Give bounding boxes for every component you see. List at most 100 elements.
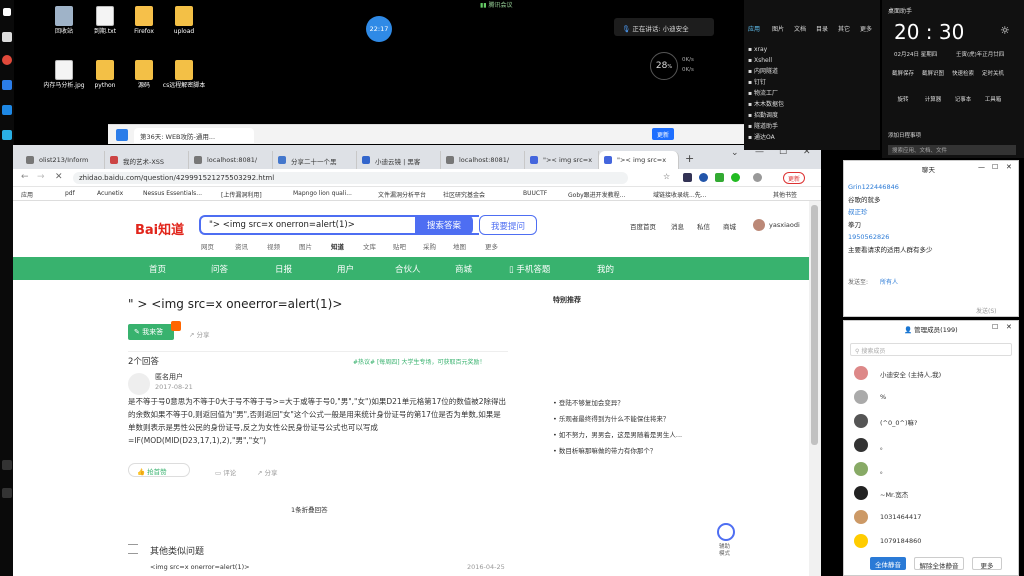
nav-item[interactable]: 合伙人 bbox=[395, 263, 421, 275]
launcher-tab[interactable]: 目录 bbox=[816, 24, 828, 33]
desktop-icon-recycle-bin[interactable]: 回收站 bbox=[42, 6, 86, 35]
close-button[interactable]: ✕ bbox=[1006, 163, 1012, 171]
ask-button[interactable]: 我要提问 bbox=[479, 215, 537, 235]
launcher-app[interactable]: ▪ xray bbox=[748, 44, 784, 55]
app-icon[interactable] bbox=[2, 80, 12, 90]
desktop-icon-source[interactable]: 源码 bbox=[122, 60, 166, 89]
desktop-icon-cs[interactable]: cs远程解密脚本 bbox=[162, 60, 206, 89]
member-row[interactable]: 1031464417 bbox=[854, 509, 1014, 527]
desktop-icon-upload[interactable]: upload bbox=[162, 6, 206, 35]
extension-icon[interactable] bbox=[699, 173, 708, 182]
baidu-logo[interactable]: Bai知道 bbox=[135, 219, 184, 238]
launcher-app[interactable]: ▪ 隧道助手 bbox=[748, 121, 784, 132]
recommend-item[interactable]: • 如不努力，男男会，这是男随着是男生人... bbox=[553, 429, 682, 439]
recommend-item[interactable]: • 乐观者最终得到为什么不能保住将来？ bbox=[553, 413, 669, 423]
clock-badge[interactable]: 22:17 bbox=[366, 16, 392, 42]
subnav-item[interactable]: 文库 bbox=[363, 241, 376, 251]
subnav-item[interactable]: 贴吧 bbox=[393, 241, 406, 251]
tool-item[interactable]: 截屏保存 bbox=[888, 68, 918, 80]
top-link[interactable]: 私信 bbox=[697, 221, 710, 231]
scrollbar-thumb[interactable] bbox=[811, 205, 818, 445]
tool-item[interactable]: 旋转 bbox=[888, 94, 918, 106]
avatar[interactable] bbox=[753, 173, 762, 182]
tab-2[interactable]: 我的艺术-XSS bbox=[105, 151, 189, 169]
answer-button[interactable]: ✎ 我来答 bbox=[128, 324, 174, 340]
tool-item[interactable]: 快速检索 bbox=[948, 68, 978, 80]
top-link[interactable]: 消息 bbox=[671, 221, 684, 231]
tool-item[interactable]: 定时关机 bbox=[978, 68, 1008, 80]
member-row[interactable]: 1079184860 bbox=[854, 533, 1014, 551]
launcher-tab[interactable]: 其它 bbox=[838, 24, 850, 33]
nav-item[interactable]: ▯ 手机答题 bbox=[509, 263, 550, 275]
subnav-item[interactable]: 资讯 bbox=[235, 241, 248, 251]
maximize-button[interactable]: ☐ bbox=[992, 323, 998, 331]
search-button[interactable]: 搜索答案 bbox=[415, 215, 473, 235]
more-button[interactable]: 更多 bbox=[972, 557, 1002, 570]
forward-icon[interactable]: → bbox=[37, 172, 45, 182]
bookmark-item[interactable]: 域链接收录统...先... bbox=[653, 190, 706, 199]
background-window[interactable]: 第36天: WEB攻防-通用... 更新 bbox=[108, 124, 744, 144]
nav-item[interactable]: 首页 bbox=[149, 263, 166, 275]
launcher-app[interactable]: ▪ 招勤调度 bbox=[748, 110, 784, 121]
tool-item[interactable]: 记事本 bbox=[948, 94, 978, 106]
extension-icon[interactable] bbox=[731, 173, 740, 182]
nav-item[interactable]: 用户 bbox=[337, 263, 354, 275]
tab-7[interactable]: ">< img src=x bbox=[525, 151, 599, 169]
nav-item[interactable]: 日报 bbox=[275, 263, 292, 275]
tool-item[interactable]: 截屏识图 bbox=[918, 68, 948, 80]
new-tab-button[interactable]: + bbox=[685, 152, 694, 165]
minimize-button[interactable]: — bbox=[978, 163, 985, 171]
bookmark-item[interactable]: Mapngo lion quali... bbox=[293, 190, 352, 197]
tab-1[interactable]: olist213/Inform bbox=[21, 151, 105, 169]
username[interactable]: yasxiaodi bbox=[769, 221, 800, 229]
back-icon[interactable]: ← bbox=[21, 172, 29, 182]
subnav-item[interactable]: 地图 bbox=[453, 241, 466, 251]
search-icon[interactable] bbox=[2, 32, 12, 42]
start-icon[interactable] bbox=[3, 8, 11, 16]
member-row[interactable]: 小迪安全 (主持人,我) bbox=[854, 365, 1014, 383]
member-row[interactable]: 。 bbox=[854, 437, 1014, 455]
chevron-down-icon[interactable]: ⌄ bbox=[731, 148, 739, 158]
similar-item[interactable]: <img src=x onerror=alert(1)> bbox=[150, 563, 250, 571]
member-row[interactable]: 。 bbox=[854, 461, 1014, 479]
subnav-item[interactable]: 网页 bbox=[201, 241, 214, 251]
comment-link[interactable]: ▭ 评论 bbox=[215, 467, 236, 477]
bookmark-item[interactable]: [上传漏洞利用] bbox=[221, 190, 262, 199]
launcher-app[interactable]: ▪ 钉钉 bbox=[748, 77, 784, 88]
send-to-select[interactable]: 所有人 bbox=[880, 277, 898, 286]
other-bookmarks[interactable]: 其他书签 bbox=[773, 190, 797, 199]
desktop-icon-python[interactable]: python bbox=[83, 60, 127, 89]
subnav-item[interactable]: 更多 bbox=[485, 241, 498, 251]
desktop-icon-firefox[interactable]: Firefox bbox=[122, 6, 166, 35]
bookmark-item[interactable]: Goby跟进开发教程... bbox=[568, 190, 625, 199]
tray-icon[interactable] bbox=[2, 460, 12, 470]
bookmark-item[interactable]: Acunetix bbox=[97, 190, 123, 197]
member-row[interactable]: ~Mr.宽杰 bbox=[854, 485, 1014, 503]
member-search-input[interactable]: ⚲ 搜索成员 bbox=[850, 343, 1012, 356]
top-link[interactable]: 商城 bbox=[723, 221, 736, 231]
desktop-icon-txt[interactable]: 到期.txt bbox=[83, 6, 127, 35]
recommend-item[interactable]: • 数目析嘛那嘛做的带力有你那个？ bbox=[553, 445, 656, 455]
stop-icon[interactable]: ✕ bbox=[55, 172, 63, 182]
top-link[interactable]: 百度首页 bbox=[630, 221, 656, 231]
chrome-icon[interactable] bbox=[2, 55, 12, 65]
tab-active[interactable]: ">< img src=x bbox=[599, 151, 679, 169]
bookmark-item[interactable]: 文件漏洞分析平台 bbox=[378, 190, 426, 199]
bookmark-item[interactable]: 应用 bbox=[21, 190, 33, 199]
mute-all-button[interactable]: 全体静音 bbox=[870, 557, 906, 570]
subnav-item[interactable]: 视频 bbox=[267, 241, 280, 251]
promo-tag[interactable]: #热议# [每周四] 大学生专场，可获取百元奖励！ bbox=[353, 357, 486, 366]
desktop-icon-image[interactable]: 内存马分析.jpg bbox=[42, 60, 86, 89]
bookmark-item[interactable]: BUUCTF bbox=[523, 190, 547, 197]
close-button[interactable]: ✕ bbox=[1006, 323, 1012, 331]
send-button[interactable]: 发送(S) bbox=[976, 306, 997, 315]
scrollbar[interactable] bbox=[809, 201, 821, 576]
bookmark-item[interactable]: Nessus Essentials... bbox=[143, 190, 202, 197]
nav-item[interactable]: 我的 bbox=[597, 263, 614, 275]
recommend-item[interactable]: • 登陆不够复加会变异？ bbox=[553, 397, 624, 407]
accessibility-label[interactable]: 辅助模式 bbox=[719, 544, 735, 558]
maximize-button[interactable]: ☐ bbox=[992, 163, 998, 171]
launcher-app[interactable]: ▪ 木木数据包 bbox=[748, 99, 784, 110]
launcher-app[interactable]: ▪ 物流工厂 bbox=[748, 88, 784, 99]
chrome-update-button[interactable]: 更新 bbox=[783, 172, 805, 184]
